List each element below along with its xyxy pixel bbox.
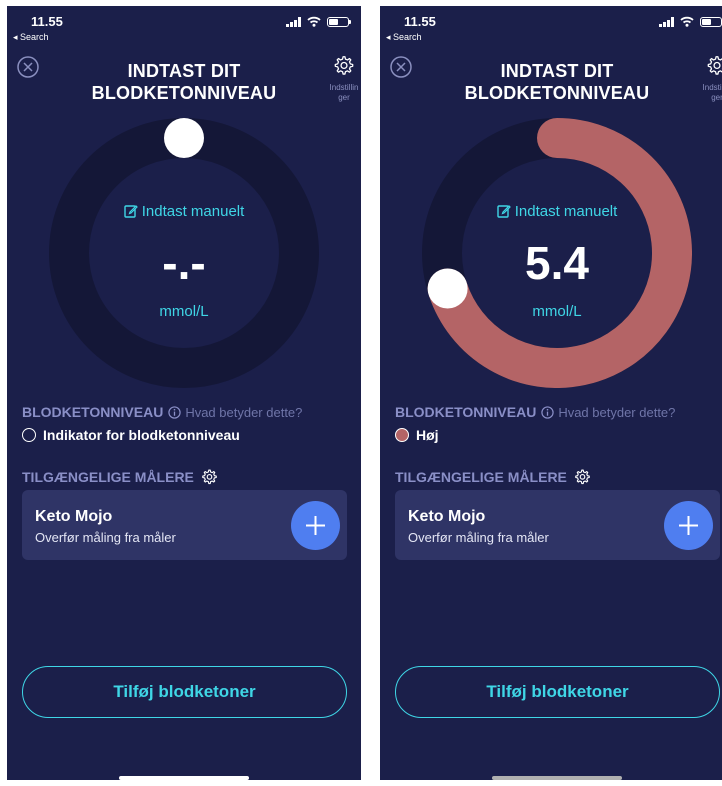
- level-label-text: BLODKETONNIVEAU: [22, 404, 164, 420]
- manual-entry-label: Indtast manuelt: [141, 203, 245, 220]
- meter-card-keto-mojo[interactable]: Keto Mojo Overfør måling fra måler: [395, 490, 720, 560]
- page-title-line-1: INDTAST DIT: [500, 61, 614, 81]
- home-indicator[interactable]: [492, 776, 622, 780]
- signal-icon: [659, 16, 674, 27]
- ketone-gauge[interactable]: Indtast manuelt 5.4 mmol/L: [422, 118, 692, 388]
- available-meters-label: TILGÆNGELIGE MÅLERE: [395, 468, 591, 485]
- ketone-unit: mmol/L: [532, 303, 582, 320]
- page-title: INDTAST DIT BLODKETONNIVEAU: [67, 60, 301, 104]
- phone-screen-entered: 11.55 ◂ Search INDTAST DIT BLODKETONNIVE…: [380, 6, 722, 780]
- meter-card-keto-mojo[interactable]: Keto Mojo Overfør måling fra måler: [22, 490, 347, 560]
- meters-settings-gear-icon[interactable]: [201, 468, 218, 485]
- add-meter-reading-button[interactable]: [291, 501, 340, 550]
- info-link-text: Hvad betyder dette?: [558, 404, 676, 420]
- wifi-icon: [307, 16, 321, 27]
- add-blood-ketones-button[interactable]: Tilføj blodketoner: [395, 666, 720, 718]
- meters-label-text: TILGÆNGELIGE MÅLERE: [395, 468, 567, 485]
- gauge-knob: [164, 118, 204, 158]
- level-label-text: BLODKETONNIVEAU: [395, 404, 537, 420]
- info-icon: [541, 405, 554, 419]
- ketone-value: 5.4: [525, 237, 589, 289]
- page-title-line-2: BLODKETONNIVEAU: [91, 83, 277, 103]
- settings-label: Indstillinger: [329, 83, 359, 102]
- plus-icon: [679, 516, 698, 535]
- status-icons: [286, 16, 351, 27]
- add-meter-reading-button[interactable]: [664, 501, 713, 550]
- level-indicator: Høj: [395, 427, 439, 443]
- add-blood-ketones-button[interactable]: Tilføj blodketoner: [22, 666, 347, 718]
- meter-name: Keto Mojo: [35, 508, 113, 525]
- settings-button[interactable]: Indstillinger: [702, 54, 722, 103]
- ketone-value: -.-: [162, 237, 206, 289]
- meter-name: Keto Mojo: [408, 508, 486, 525]
- settings-label: Indstillinger: [702, 83, 722, 102]
- manual-entry-button[interactable]: Indtast manuelt: [49, 203, 319, 220]
- level-section-label: BLODKETONNIVEAU Hvad betyder dette?: [22, 404, 302, 420]
- settings-button[interactable]: Indstillinger: [329, 54, 359, 103]
- back-to-search-link[interactable]: ◂ Search: [386, 32, 422, 43]
- page-title-line-2: BLODKETONNIVEAU: [464, 83, 650, 103]
- status-icons: [659, 16, 722, 27]
- info-icon: [168, 405, 181, 419]
- edit-icon: [497, 205, 511, 218]
- gear-icon: [334, 56, 354, 75]
- close-icon: [390, 56, 412, 78]
- battery-icon: [700, 16, 722, 27]
- phone-screen-empty: 11.55 ◂ Search INDTAST DIT BLODKETONNIVE…: [7, 6, 361, 780]
- gear-icon: [707, 56, 722, 75]
- page-title-line-1: INDTAST DIT: [127, 61, 241, 81]
- close-button[interactable]: [17, 56, 39, 78]
- status-time: 11.55: [404, 14, 436, 29]
- manual-entry-button[interactable]: Indtast manuelt: [422, 203, 692, 220]
- what-does-this-mean-link[interactable]: Hvad betyder dette?: [168, 405, 302, 420]
- battery-icon: [327, 16, 351, 27]
- ketone-unit: mmol/L: [159, 303, 209, 320]
- meters-settings-gear-icon[interactable]: [574, 468, 591, 485]
- status-time: 11.55: [31, 14, 63, 29]
- back-to-search-link[interactable]: ◂ Search: [13, 32, 49, 43]
- level-indicator-text: Høj: [416, 427, 439, 443]
- close-button[interactable]: [390, 56, 412, 78]
- level-indicator-dot: [22, 428, 36, 442]
- close-icon: [17, 56, 39, 78]
- page-title: INDTAST DIT BLODKETONNIVEAU: [440, 60, 674, 104]
- meter-subtitle: Overfør måling fra måler: [408, 530, 549, 545]
- plus-icon: [306, 516, 325, 535]
- home-indicator[interactable]: [119, 776, 249, 780]
- available-meters-label: TILGÆNGELIGE MÅLERE: [22, 468, 218, 485]
- level-indicator-text: Indikator for blodketonniveau: [43, 427, 240, 443]
- level-indicator: Indikator for blodketonniveau: [22, 427, 240, 443]
- signal-icon: [286, 16, 301, 27]
- what-does-this-mean-link[interactable]: Hvad betyder dette?: [541, 405, 675, 420]
- level-section-label: BLODKETONNIVEAU Hvad betyder dette?: [395, 404, 675, 420]
- meter-subtitle: Overfør måling fra måler: [35, 530, 176, 545]
- wifi-icon: [680, 16, 694, 27]
- meters-label-text: TILGÆNGELIGE MÅLERE: [22, 468, 194, 485]
- manual-entry-label: Indtast manuelt: [514, 203, 618, 220]
- info-link-text: Hvad betyder dette?: [185, 404, 303, 420]
- edit-icon: [124, 205, 138, 218]
- level-indicator-dot: [395, 428, 409, 442]
- ketone-gauge[interactable]: Indtast manuelt -.- mmol/L: [49, 118, 319, 388]
